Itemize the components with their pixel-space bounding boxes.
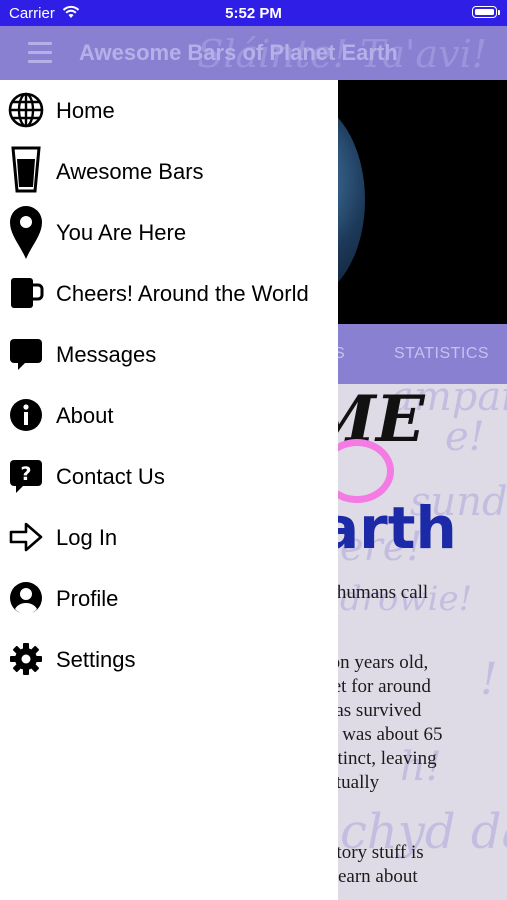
drawer-item-label: You Are Here xyxy=(56,220,187,245)
drawer-item-label: Settings xyxy=(56,647,136,672)
mug-icon xyxy=(8,275,44,311)
hamburger-menu-icon[interactable] xyxy=(28,42,52,64)
drawer-item-log-in[interactable]: Log In xyxy=(0,507,338,568)
map-pin-icon xyxy=(8,205,44,260)
battery-icon xyxy=(472,6,497,18)
drawer-item-label: Contact Us xyxy=(56,464,165,489)
gear-icon xyxy=(8,641,44,677)
drawer-item-cheers[interactable]: Cheers! Around the World xyxy=(0,263,338,324)
drawer-item-you-are-here[interactable]: You Are Here xyxy=(0,202,338,263)
drawer-item-settings[interactable]: Settings xyxy=(0,629,338,690)
earth-heading: arth xyxy=(320,494,457,562)
drawer-item-label: Home xyxy=(56,98,115,123)
drawer-item-profile[interactable]: Profile xyxy=(0,568,338,629)
glass-icon xyxy=(8,145,44,195)
tab-statistics[interactable]: STATISTICS xyxy=(394,345,489,363)
globe-icon xyxy=(8,92,44,128)
user-circle-icon xyxy=(8,580,44,616)
drawer-item-label: Awesome Bars xyxy=(56,159,204,184)
drawer-item-awesome-bars[interactable]: Awesome Bars xyxy=(0,141,338,202)
navigation-drawer: Home Awesome Bars You Are Here Cheers! A… xyxy=(0,80,338,900)
drawer-item-label: Log In xyxy=(56,525,118,550)
question-bubble-icon: ? xyxy=(8,458,44,494)
drawer-item-label: Cheers! Around the World xyxy=(56,281,309,306)
drawer-item-label: Messages xyxy=(56,342,157,367)
drawer-item-home[interactable]: Home xyxy=(0,80,338,141)
app-title: Awesome Bars of Planet Earth xyxy=(79,40,398,65)
deco-text: ! xyxy=(480,654,498,705)
info-icon xyxy=(8,397,44,433)
status-bar: Carrier 5:52 PM xyxy=(0,0,507,26)
drawer-item-label: Profile xyxy=(56,586,119,611)
app-bar: Sláinte! Ta'avi! Awesome Bars of Planet … xyxy=(0,26,507,80)
drawer-item-label: About xyxy=(56,403,114,428)
arrow-right-icon xyxy=(8,519,44,555)
message-icon xyxy=(8,336,44,372)
drawer-item-about[interactable]: About xyxy=(0,385,338,446)
drawer-item-contact-us[interactable]: ? Contact Us xyxy=(0,446,338,507)
drawer-item-messages[interactable]: Messages xyxy=(0,324,338,385)
deco-text: e! xyxy=(445,414,485,460)
battery-tip xyxy=(498,10,500,15)
svg-text:?: ? xyxy=(20,463,31,485)
status-time: 5:52 PM xyxy=(225,5,282,22)
